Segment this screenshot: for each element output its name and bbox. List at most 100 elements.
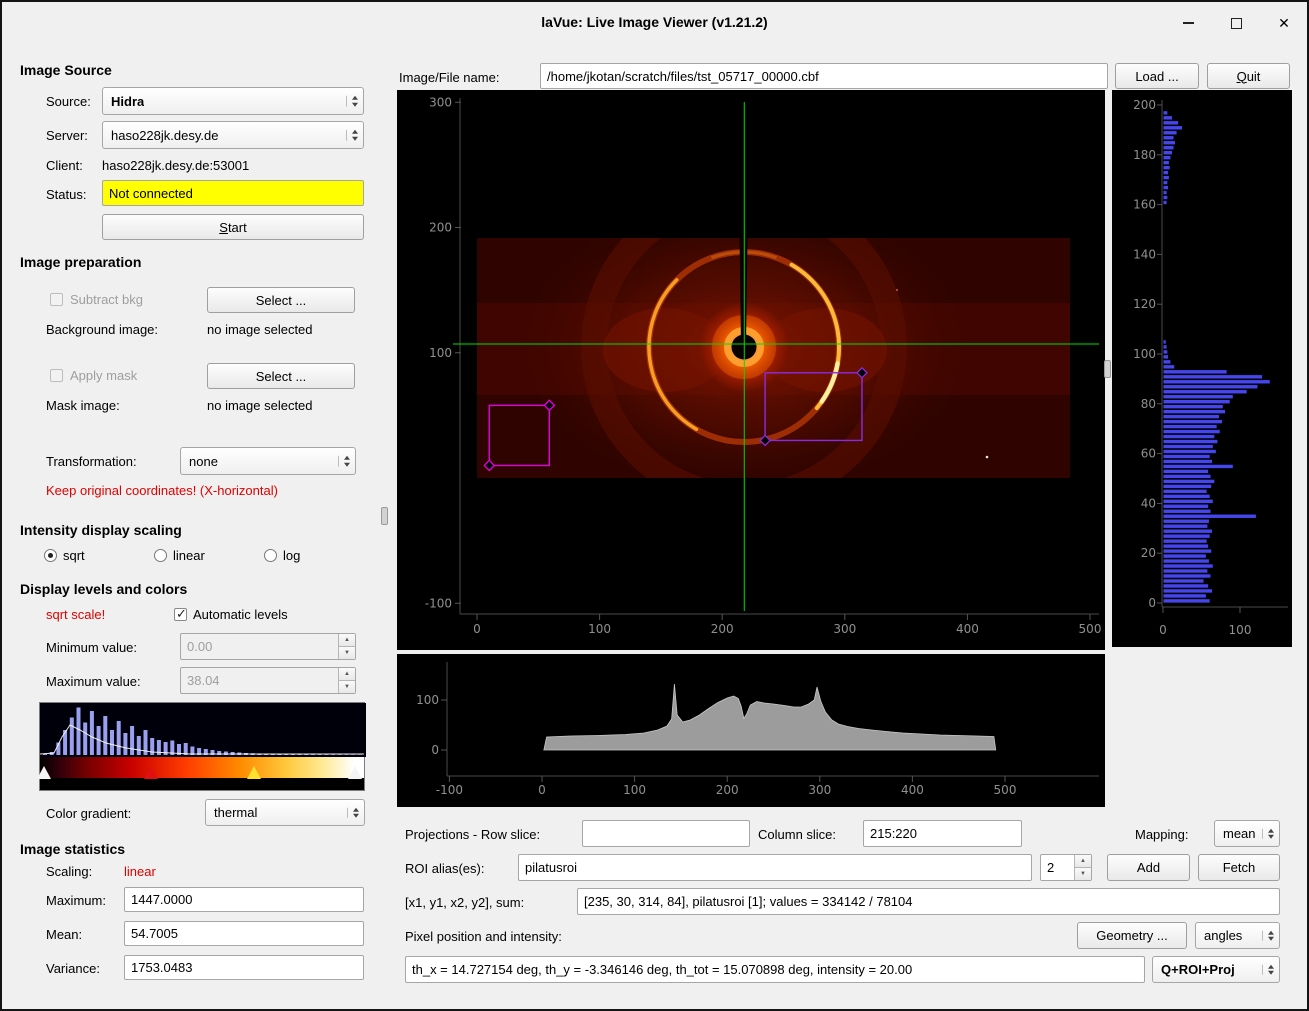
app-window: laVue: Live Image Viewer (v1.21.2) ✕ Ima… — [0, 0, 1309, 1011]
geometry-button-label: Geometry ... — [1096, 928, 1168, 943]
maximum-value-spinbox[interactable]: 38.04 ▲▼ — [180, 667, 356, 694]
log-radio[interactable] — [264, 549, 277, 562]
row-slice-input[interactable] — [582, 820, 750, 847]
maximum-value-label: Maximum value: — [46, 674, 141, 689]
column-slice-input[interactable] — [863, 820, 1022, 847]
roi-aliases-input[interactable] — [518, 854, 1032, 881]
image-preparation-heading: Image preparation — [20, 254, 141, 270]
file-name-input[interactable] — [540, 63, 1108, 89]
mapping-value: mean — [1223, 826, 1255, 841]
intensity-scaling-heading: Intensity display scaling — [20, 522, 182, 538]
svg-text:0: 0 — [473, 622, 481, 636]
svg-text:300: 300 — [808, 783, 831, 797]
automatic-levels-checkbox[interactable] — [174, 608, 187, 621]
tool-mode-value: Q+ROI+Proj — [1161, 962, 1235, 977]
select-mask-button[interactable]: Select ... — [207, 363, 355, 389]
dropdown-arrows-icon — [346, 130, 358, 141]
gradient-marker-right-icon[interactable] — [348, 766, 362, 779]
apply-mask-label: Apply mask — [70, 368, 137, 383]
svg-text:160: 160 — [1133, 198, 1156, 212]
quit-button[interactable]: Quit — [1207, 63, 1290, 89]
sqrt-scale-note: sqrt scale! — [46, 607, 105, 622]
image-statistics-heading: Image statistics — [20, 841, 125, 857]
source-label: Source: — [46, 94, 91, 109]
transformation-select[interactable]: none — [180, 447, 356, 475]
log-radio-label: log — [283, 548, 300, 563]
load-button[interactable]: Load ... — [1115, 63, 1199, 89]
sqrt-radio[interactable] — [44, 549, 57, 562]
background-image-value: no image selected — [207, 322, 313, 337]
close-icon[interactable]: ✕ — [1275, 14, 1293, 32]
source-select[interactable]: Hidra — [102, 87, 364, 115]
svg-text:20: 20 — [1141, 546, 1156, 560]
svg-text:500: 500 — [1079, 622, 1102, 636]
svg-text:400: 400 — [956, 622, 979, 636]
linear-radio-label: linear — [173, 548, 205, 563]
subtract-bkg-checkbox[interactable] — [50, 293, 63, 306]
titlebar[interactable]: laVue: Live Image Viewer (v1.21.2) ✕ — [2, 2, 1307, 44]
svg-text:40: 40 — [1141, 496, 1156, 510]
fetch-roi-button[interactable]: Fetch — [1198, 854, 1280, 881]
select-background-button[interactable]: Select ... — [207, 287, 355, 313]
select-mask-label: Select ... — [256, 369, 307, 384]
minimum-value: 0.00 — [181, 639, 338, 654]
image-source-heading: Image Source — [20, 62, 112, 78]
gradient-marker-red-icon[interactable] — [144, 766, 158, 779]
stats-variance-label: Variance: — [46, 961, 100, 976]
spin-arrows-icon[interactable]: ▲▼ — [338, 634, 355, 659]
gradient-marker-yellow-icon[interactable] — [247, 766, 261, 779]
color-gradient-select[interactable]: thermal — [205, 799, 365, 826]
apply-mask-checkbox[interactable] — [50, 369, 63, 382]
right-splitter-handle[interactable] — [1104, 360, 1111, 378]
stats-scaling-label: Scaling: — [46, 864, 92, 879]
status-label: Status: — [46, 187, 86, 202]
coordinates-warning: Keep original coordinates! (X-horizontal… — [46, 483, 278, 498]
dropdown-arrows-icon — [1262, 964, 1274, 975]
dropdown-arrows-icon — [1262, 930, 1274, 941]
spin-arrows-icon[interactable]: ▲▼ — [338, 668, 355, 693]
roi-count-spinbox[interactable]: 2 ▲▼ — [1040, 854, 1092, 881]
gradient-marker-left-icon[interactable] — [37, 766, 51, 779]
stats-mean-field — [124, 921, 364, 946]
svg-text:0: 0 — [538, 783, 546, 797]
minimum-value-label: Minimum value: — [46, 640, 137, 655]
projection-plot[interactable]: 0100-1000100200300400500 — [397, 654, 1105, 807]
levels-histogram-widget[interactable] — [39, 702, 365, 791]
maximize-icon[interactable] — [1227, 14, 1245, 32]
intensity-histogram-plot[interactable]: 0204060801001201401601802000100 — [1112, 90, 1292, 647]
svg-text:140: 140 — [1133, 247, 1156, 261]
geometry-button[interactable]: Geometry ... — [1077, 922, 1187, 949]
svg-text:300: 300 — [429, 95, 452, 109]
start-button[interactable]: Start — [102, 214, 364, 240]
svg-text:-100: -100 — [425, 596, 452, 610]
spin-arrows-icon[interactable]: ▲▼ — [1074, 855, 1091, 880]
quit-button-label: Quit — [1237, 69, 1261, 84]
stats-maximum-label: Maximum: — [46, 893, 106, 908]
angles-select[interactable]: angles — [1195, 922, 1280, 949]
fetch-roi-label: Fetch — [1223, 860, 1256, 875]
source-value: Hidra — [111, 94, 144, 109]
server-label: Server: — [46, 128, 88, 143]
stats-mean-label: Mean: — [46, 927, 82, 942]
mapping-label: Mapping: — [1135, 827, 1188, 842]
client-label: Client: — [46, 158, 83, 173]
linear-radio[interactable] — [154, 549, 167, 562]
minimum-value-spinbox[interactable]: 0.00 ▲▼ — [180, 633, 356, 660]
start-button-label: Start — [219, 220, 246, 235]
color-gradient-label: Color gradient: — [46, 806, 131, 821]
left-splitter-handle[interactable] — [381, 507, 388, 525]
stats-variance-field — [124, 955, 364, 980]
tool-mode-select[interactable]: Q+ROI+Proj — [1152, 956, 1280, 983]
svg-text:100: 100 — [1229, 623, 1252, 637]
add-roi-button[interactable]: Add — [1107, 854, 1190, 881]
mapping-select[interactable]: mean — [1214, 820, 1280, 847]
minimize-icon[interactable] — [1179, 14, 1197, 32]
server-select[interactable]: haso228jk.desy.de — [102, 121, 364, 149]
svg-text:100: 100 — [1133, 347, 1156, 361]
display-levels-heading: Display levels and colors — [20, 581, 187, 597]
svg-text:80: 80 — [1141, 397, 1156, 411]
main-image-plot[interactable]: 0100200300400500300200100-100 — [397, 90, 1105, 650]
dropdown-arrows-icon — [338, 456, 350, 467]
mask-image-label: Mask image: — [46, 398, 120, 413]
roi-count-value: 2 — [1041, 860, 1074, 875]
